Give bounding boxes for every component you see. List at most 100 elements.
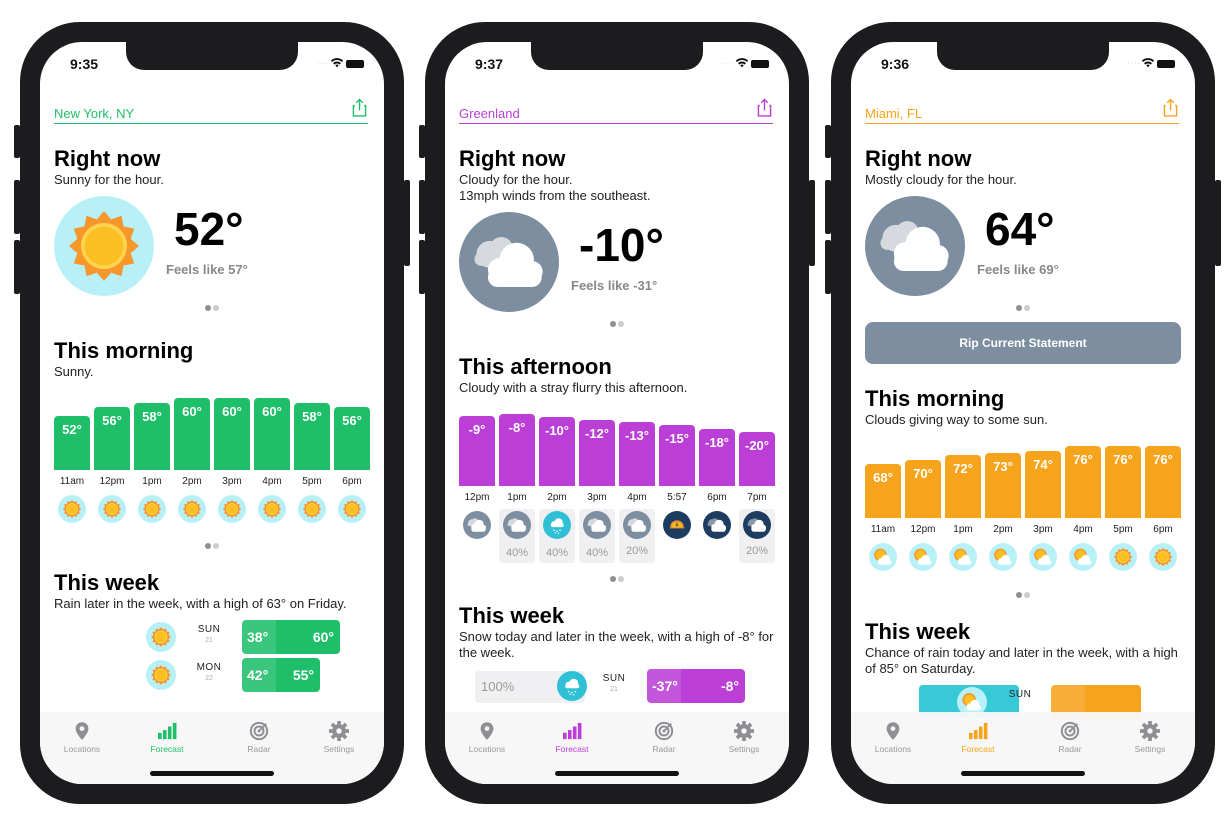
page-dot-active[interactable]	[1016, 592, 1022, 598]
location-name[interactable]: New York, NY	[54, 106, 134, 121]
tab-label: Forecast	[555, 744, 589, 754]
page-dot-active[interactable]	[1016, 305, 1022, 311]
page-dot[interactable]	[618, 576, 624, 582]
hourly-condition[interactable]	[1105, 541, 1141, 579]
signal-icon: ····	[316, 60, 330, 67]
page-dot[interactable]	[1024, 592, 1030, 598]
week-precip: 100%	[481, 679, 515, 694]
page-dot-active[interactable]	[610, 576, 616, 582]
location-pin-icon	[47, 720, 117, 742]
current-temperature: 64°	[985, 203, 1055, 255]
hourly-temp-bar: -20°	[739, 432, 775, 486]
hourly-condition[interactable]	[985, 541, 1021, 579]
hourly-condition[interactable]: 40%	[579, 509, 615, 563]
share-icon[interactable]	[1163, 98, 1179, 118]
tab-forecast[interactable]: Forecast	[537, 720, 607, 754]
sun-icon	[138, 495, 166, 523]
sun-icon	[98, 495, 126, 523]
tab-label: Settings	[1134, 744, 1166, 754]
page-indicator[interactable]	[54, 536, 370, 549]
mute-switch	[14, 125, 20, 158]
hourly-condition[interactable]	[94, 493, 130, 530]
tab-label: Forecast	[961, 744, 995, 754]
tab-forecast[interactable]: Forecast	[132, 720, 202, 754]
hourly-condition[interactable]: 20%	[739, 509, 775, 563]
alert-button[interactable]: Rip Current Statement	[865, 322, 1181, 364]
tab-locations[interactable]: Locations	[47, 720, 117, 754]
tab-radar[interactable]: Radar	[629, 720, 699, 754]
hourly-time-labels: 11am 12pm 1pm 2pm 3pm 4pm 5pm 6pm	[865, 524, 1181, 535]
hourly-condition[interactable]	[134, 493, 170, 530]
location-header[interactable]: Greenland	[459, 98, 773, 124]
night-cloud-icon	[703, 511, 731, 539]
phone-greenland: 9:37 ···· Greenland Right now Cloudy for the…	[419, 22, 815, 804]
gear-icon	[709, 720, 779, 742]
night-cloud-icon	[743, 511, 771, 539]
tab-bar: Locations Forecast Radar Settings	[40, 712, 384, 784]
location-header[interactable]: Miami, FL	[865, 98, 1179, 124]
hour-label: 6pm	[342, 476, 362, 487]
tab-forecast[interactable]: Forecast	[943, 720, 1013, 754]
hourly-condition[interactable]	[905, 541, 941, 579]
hourly-condition[interactable]: 20%	[619, 509, 655, 563]
hour-label: 12pm	[99, 476, 125, 487]
hourly-condition[interactable]	[174, 493, 210, 530]
hourly-condition[interactable]	[294, 493, 330, 530]
hourly-temp-bar: 72°	[945, 455, 981, 518]
hourly-condition[interactable]	[54, 493, 90, 530]
current-conditions: 52° Feels like 57°	[54, 196, 370, 300]
hourly-condition[interactable]	[1025, 541, 1061, 579]
hour-label: 7pm	[747, 492, 767, 503]
home-indicator[interactable]	[961, 771, 1085, 776]
tab-radar[interactable]: Radar	[224, 720, 294, 754]
share-icon[interactable]	[757, 98, 773, 118]
hourly-condition[interactable]	[865, 541, 901, 579]
hourly-summary: Sunny.	[54, 364, 94, 379]
partly-cloudy-icon	[1029, 543, 1057, 571]
page-dot[interactable]	[213, 543, 219, 549]
tab-settings[interactable]: Settings	[709, 720, 779, 754]
hourly-condition[interactable]	[459, 509, 495, 563]
notch	[937, 42, 1109, 70]
tab-settings[interactable]: Settings	[1115, 720, 1185, 754]
page-dot-active[interactable]	[205, 305, 211, 311]
hourly-condition[interactable]: 40%	[499, 509, 535, 563]
hourly-condition[interactable]	[254, 493, 290, 530]
hourly-condition[interactable]	[945, 541, 981, 579]
hourly-condition[interactable]	[214, 493, 250, 530]
precip-chance: 20%	[625, 545, 649, 557]
location-name[interactable]: Greenland	[459, 106, 520, 121]
location-name[interactable]: Miami, FL	[865, 106, 922, 121]
hour-label: 4pm	[262, 476, 282, 487]
tab-locations[interactable]: Locations	[452, 720, 522, 754]
hourly-condition[interactable]	[659, 509, 695, 563]
page-dot[interactable]	[1024, 305, 1030, 311]
tab-locations[interactable]: Locations	[858, 720, 928, 754]
hour-label: 2pm	[182, 476, 202, 487]
share-icon[interactable]	[352, 98, 368, 118]
page-dot[interactable]	[618, 321, 624, 327]
home-indicator[interactable]	[150, 771, 274, 776]
page-dot-active[interactable]	[610, 321, 616, 327]
cloud-icon	[865, 196, 965, 296]
page-dot[interactable]	[213, 305, 219, 311]
hourly-temp-bar: 76°	[1105, 446, 1141, 518]
hourly-temp-bar: 76°	[1145, 446, 1181, 518]
page-dot-active[interactable]	[205, 543, 211, 549]
forecast-content: Right now Mostly cloudy for the hour. 64°…	[865, 146, 1181, 723]
tab-settings[interactable]: Settings	[304, 720, 374, 754]
week-day-row[interactable]: SUN 21 38° 60°	[54, 620, 370, 656]
hourly-condition[interactable]	[1145, 541, 1181, 579]
tab-radar[interactable]: Radar	[1035, 720, 1105, 754]
partly-cloudy-icon	[1069, 543, 1097, 571]
hourly-condition[interactable]	[334, 493, 370, 530]
home-indicator[interactable]	[555, 771, 679, 776]
week-day-row[interactable]: MON 22 42° 55°	[54, 658, 370, 694]
page-indicator[interactable]	[459, 569, 775, 582]
location-header[interactable]: New York, NY	[54, 98, 368, 124]
week-day-row[interactable]: 100% SUN 21 -37° -8°	[459, 669, 775, 705]
page-indicator[interactable]	[865, 585, 1181, 598]
hourly-condition[interactable]: 40%	[539, 509, 575, 563]
hourly-condition[interactable]	[699, 509, 735, 563]
hourly-condition[interactable]	[1065, 541, 1101, 579]
